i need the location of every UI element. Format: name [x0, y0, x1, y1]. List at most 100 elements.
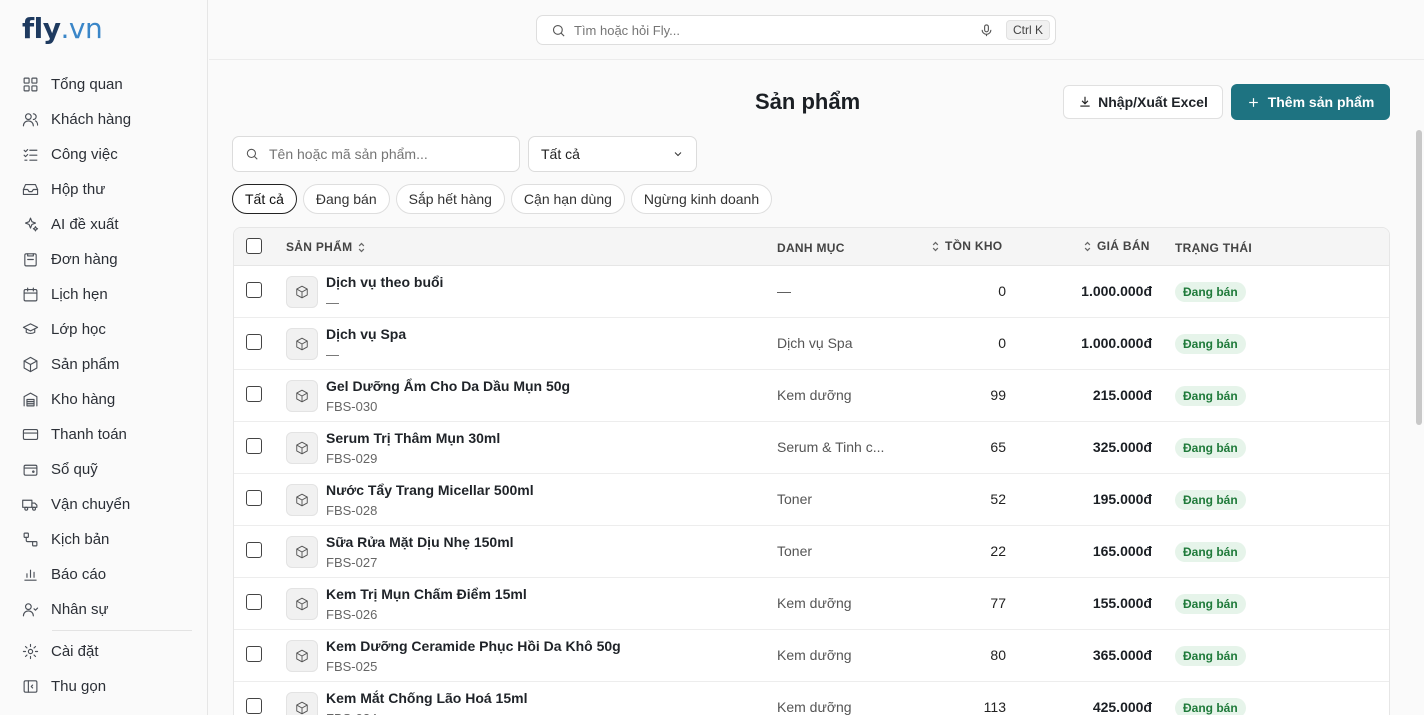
row-checkbox[interactable]	[246, 438, 262, 454]
global-search-input[interactable]	[574, 22, 979, 38]
product-stock: 65	[990, 439, 1006, 455]
table-row[interactable]: Dịch vụ Spa — Dịch vụ Spa 0 1.000.000đ Đang b…	[234, 318, 1389, 370]
category-select[interactable]: Tất cả	[528, 136, 697, 172]
product-search[interactable]	[232, 136, 520, 172]
header-price[interactable]: GIÁ BÁN	[1083, 239, 1150, 253]
excel-import-export-button[interactable]: Nhập/Xuất Excel	[1063, 85, 1223, 119]
box-icon	[296, 649, 308, 663]
shortcut-hint: Ctrl K	[1006, 20, 1050, 40]
sidebar-item-0[interactable]: Tổng quan	[12, 67, 196, 102]
sidebar-item-label: Nhân sự	[51, 601, 109, 618]
microphone-icon[interactable]	[979, 23, 994, 38]
product-search-input[interactable]	[269, 146, 519, 162]
status-badge: Đang bán	[1175, 282, 1246, 302]
product-name[interactable]: Dịch vụ theo buổi	[326, 274, 443, 290]
sidebar-item-3[interactable]: Hộp thư	[12, 172, 196, 207]
product-name[interactable]: Dịch vụ Spa	[326, 326, 406, 342]
select-all-checkbox[interactable]	[246, 238, 262, 254]
table-row[interactable]: Kem Dưỡng Ceramide Phục Hồi Da Khô 50g FB…	[234, 630, 1389, 682]
filter-tab-1[interactable]: Đang bán	[302, 184, 390, 214]
product-category: Toner	[777, 491, 813, 507]
sidebar-item-6[interactable]: Lịch hẹn	[12, 277, 196, 312]
brand-logo[interactable]: fly.vn	[22, 12, 103, 45]
product-name[interactable]: Kem Dưỡng Ceramide Phục Hồi Da Khô 50g	[326, 638, 621, 654]
table-row[interactable]: Nước Tẩy Trang Micellar 500ml FBS-028 Tone…	[234, 474, 1389, 526]
row-checkbox[interactable]	[246, 698, 262, 714]
product-name[interactable]: Kem Trị Mụn Chấm Điểm 15ml	[326, 586, 527, 602]
product-name[interactable]: Nước Tẩy Trang Micellar 500ml	[326, 482, 534, 498]
box-icon	[296, 441, 308, 455]
product-code: FBS-026	[326, 607, 378, 622]
product-category: Kem dưỡng	[777, 387, 852, 403]
box-icon	[296, 337, 308, 351]
product-category: —	[777, 283, 791, 299]
row-checkbox[interactable]	[246, 490, 262, 506]
sidebar-item-8[interactable]: Sản phẩm	[12, 347, 196, 382]
status-badge: Đang bán	[1175, 698, 1246, 715]
product-category: Serum & Tinh c...	[777, 439, 885, 455]
product-stock: 113	[983, 699, 1006, 715]
header-stock[interactable]: TỒN KHO	[931, 239, 1002, 253]
global-search[interactable]: Ctrl K	[536, 15, 1056, 45]
status-badge: Đang bán	[1175, 438, 1246, 458]
table-row[interactable]: Kem Mắt Chống Lão Hoá 15ml FBS-024 Kem dưỡ…	[234, 682, 1389, 715]
sidebar-item-14[interactable]: Báo cáo	[12, 557, 196, 592]
users-icon	[22, 113, 39, 127]
row-checkbox[interactable]	[246, 282, 262, 298]
table-row[interactable]: Gel Dưỡng Ẩm Cho Da Dầu Mụn 50g FBS-030 Ke…	[234, 370, 1389, 422]
product-category: Dịch vụ Spa	[777, 335, 853, 351]
table-row[interactable]: Kem Trị Mụn Chấm Điểm 15ml FBS-026 Kem dưỡ…	[234, 578, 1389, 630]
sidebar-item-label: Đơn hàng	[51, 251, 118, 268]
filter-tab-2[interactable]: Sắp hết hàng	[395, 184, 505, 214]
sidebar-item-11[interactable]: Sổ quỹ	[12, 452, 196, 487]
sidebar-item-5[interactable]: Đơn hàng	[12, 242, 196, 277]
product-name[interactable]: Kem Mắt Chống Lão Hoá 15ml	[326, 690, 527, 706]
sidebar-item-bottom-1[interactable]: Thu gọn	[12, 669, 196, 704]
product-price: 325.000đ	[1092, 439, 1152, 455]
header-product[interactable]: SẢN PHẨM	[286, 240, 366, 254]
product-thumbnail	[286, 588, 318, 620]
sidebar-item-4[interactable]: AI đề xuất	[12, 207, 196, 242]
credit-card-icon	[22, 428, 39, 441]
status-badge: Đang bán	[1175, 334, 1246, 354]
product-code: FBS-024	[326, 711, 377, 715]
product-thumbnail	[286, 328, 318, 360]
page-scrollbar[interactable]	[1416, 130, 1422, 425]
sidebar-item-12[interactable]: Vận chuyển	[12, 487, 196, 522]
products-table: SẢN PHẨM DANH MỤC TỒN KHO GIÁ BÁN TRẠNG …	[233, 227, 1390, 715]
row-checkbox[interactable]	[246, 386, 262, 402]
row-checkbox[interactable]	[246, 594, 262, 610]
sidebar-item-bottom-0[interactable]: Cài đặt	[12, 634, 196, 669]
row-checkbox[interactable]	[246, 334, 262, 350]
sidebar-item-7[interactable]: Lớp học	[12, 312, 196, 347]
product-thumbnail	[286, 276, 318, 308]
filter-tab-0[interactable]: Tất cả	[232, 184, 297, 214]
sidebar-item-15[interactable]: Nhân sự	[12, 592, 196, 627]
product-name[interactable]: Serum Trị Thâm Mụn 30ml	[326, 430, 500, 446]
header-category: DANH MỤC	[777, 241, 845, 255]
search-icon	[552, 24, 565, 37]
filter-tab-3[interactable]: Cận hạn dùng	[510, 184, 625, 214]
sidebar-item-9[interactable]: Kho hàng	[12, 382, 196, 417]
sidebar-item-13[interactable]: Kịch bản	[12, 522, 196, 557]
wallet-icon	[23, 464, 38, 476]
row-checkbox[interactable]	[246, 646, 262, 662]
filter-tab-4[interactable]: Ngừng kinh doanh	[630, 184, 773, 214]
plus-icon	[1248, 97, 1258, 107]
grid-icon	[23, 77, 38, 92]
table-row[interactable]: Dịch vụ theo buổi — — 0 1.000.000đ Đang bán	[234, 266, 1389, 318]
table-row[interactable]: Serum Trị Thâm Mụn 30ml FBS-029 Serum & Ti…	[234, 422, 1389, 474]
product-name[interactable]: Sữa Rửa Mặt Dịu Nhẹ 150ml	[326, 534, 514, 550]
sidebar-item-10[interactable]: Thanh toán	[12, 417, 196, 452]
add-product-button[interactable]: Thêm sản phẩm	[1231, 84, 1390, 120]
sidebar-item-1[interactable]: Khách hàng	[12, 102, 196, 137]
sidebar-item-label: Hộp thư	[51, 181, 106, 198]
row-checkbox[interactable]	[246, 542, 262, 558]
sidebar-item-label: Vận chuyển	[51, 496, 131, 513]
status-badge: Đang bán	[1175, 542, 1246, 562]
table-header: SẢN PHẨM DANH MỤC TỒN KHO GIÁ BÁN TRẠNG …	[234, 228, 1389, 266]
table-row[interactable]: Sữa Rửa Mặt Dịu Nhẹ 150ml FBS-027 Toner 22 1…	[234, 526, 1389, 578]
box-icon	[296, 285, 308, 299]
product-name[interactable]: Gel Dưỡng Ẩm Cho Da Dầu Mụn 50g	[326, 378, 570, 394]
sidebar-item-2[interactable]: Công việc	[12, 137, 196, 172]
